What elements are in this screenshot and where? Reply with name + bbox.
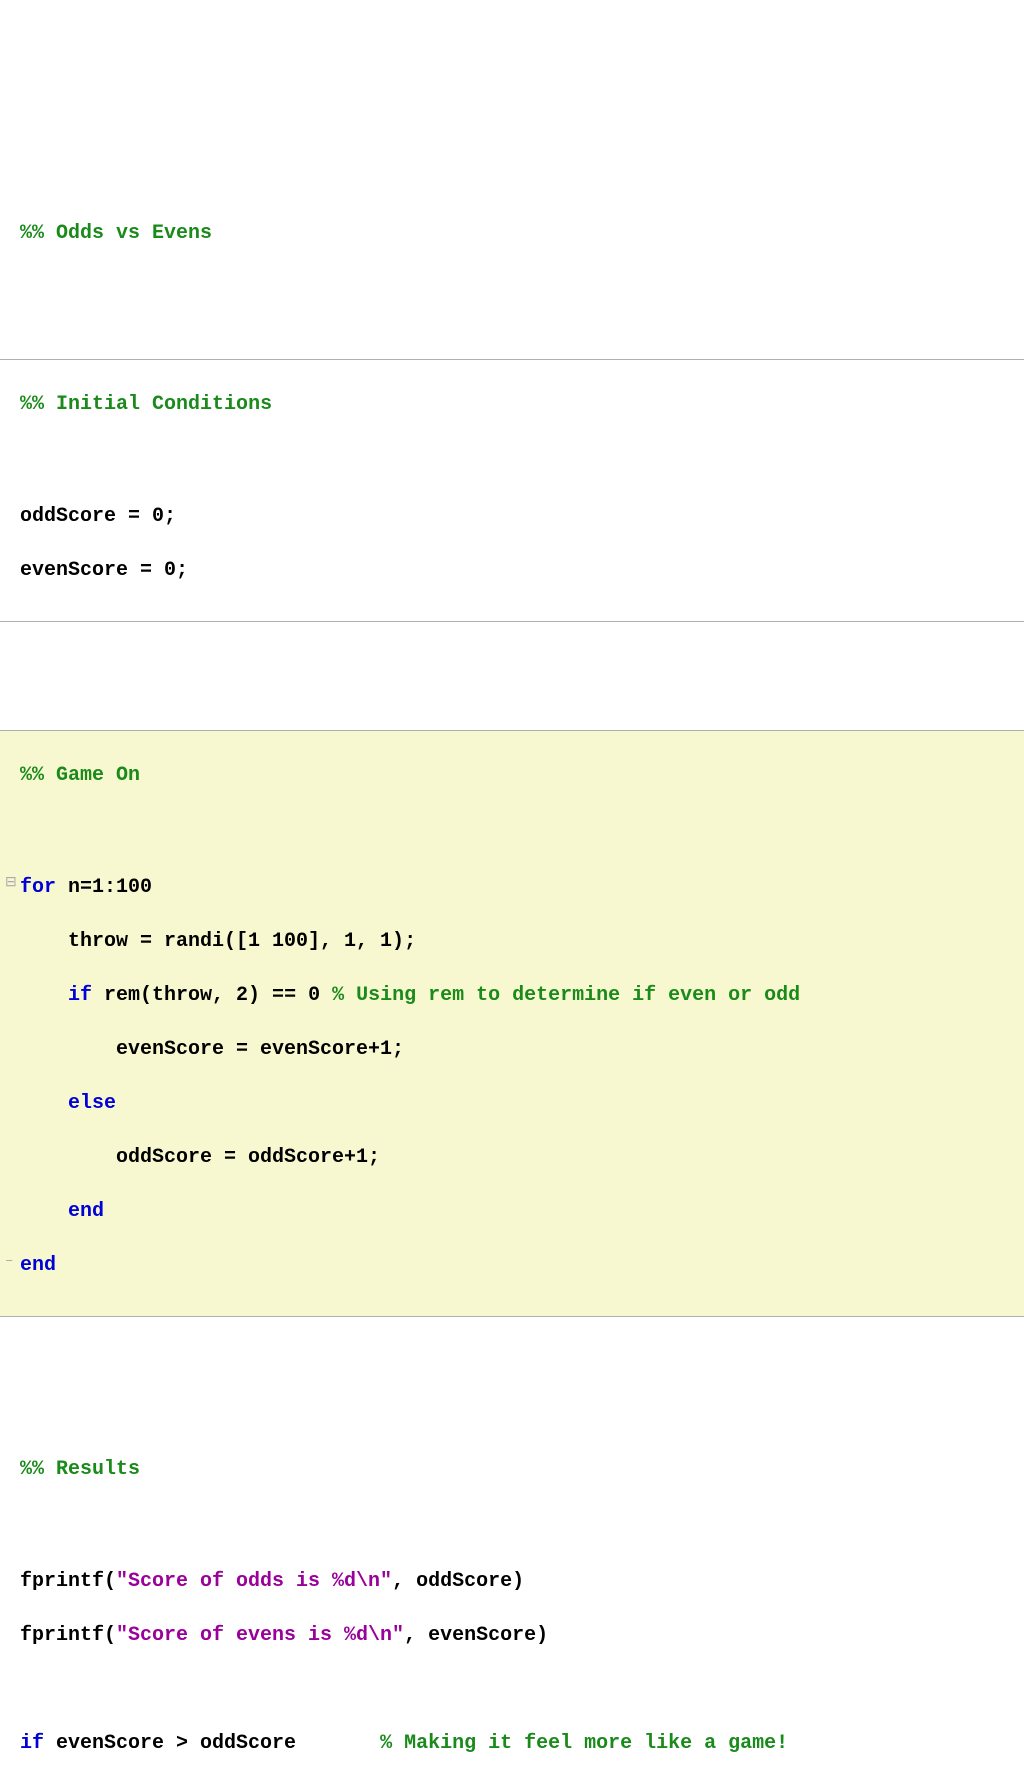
section-title-text: Odds vs Evens: [56, 222, 212, 245]
code-line[interactable]: if rem(throw, 2) == 0 % Using rem to det…: [20, 982, 1024, 1009]
comment: % Making it feel more like a game!: [380, 1732, 788, 1755]
code-line[interactable]: [20, 1514, 1024, 1541]
code-line[interactable]: if evenScore > oddScore % Making it feel…: [20, 1730, 1024, 1757]
section-title-text: [44, 222, 56, 245]
section-header: %% Game On: [20, 758, 1024, 793]
section-game-on-active: %% Game On ⊟for n=1:100 throw = randi([1…: [0, 730, 1024, 1317]
keyword-else: else: [68, 1092, 116, 1115]
section-title: %% Odds vs Evens: [0, 216, 1024, 251]
code-line[interactable]: else: [20, 1090, 1024, 1117]
code-line[interactable]: evenScore = 0;: [20, 557, 1024, 594]
code-line[interactable]: –end: [20, 1252, 1024, 1289]
code-line[interactable]: fprintf("Score of odds is %d\n", oddScor…: [20, 1568, 1024, 1595]
code-line[interactable]: evenScore = evenScore+1;: [20, 1036, 1024, 1063]
code-line[interactable]: oddScore = oddScore+1;: [20, 1144, 1024, 1171]
code-line[interactable]: end: [20, 1198, 1024, 1225]
code-line[interactable]: ⊟for n=1:100: [20, 874, 1024, 901]
keyword-end: end: [20, 1254, 56, 1277]
section-header: %% Results: [20, 1452, 1024, 1487]
section-header: %% Initial Conditions: [20, 387, 1024, 422]
section-marker: %%: [20, 222, 44, 245]
code-editor[interactable]: %% Odds vs Evens %% Initial Conditions o…: [0, 108, 1024, 1782]
string-literal: "Score of evens is %d\n": [116, 1624, 404, 1647]
code-line[interactable]: oddScore = 0;: [20, 503, 1024, 530]
section-results: %% Results fprintf("Score of odds is %d\…: [0, 1425, 1024, 1782]
code-line[interactable]: [20, 449, 1024, 476]
keyword-end: end: [68, 1200, 104, 1223]
code-line[interactable]: [20, 1676, 1024, 1703]
section-initial-conditions: %% Initial Conditions oddScore = 0; even…: [0, 359, 1024, 622]
fold-close-icon[interactable]: –: [5, 1252, 13, 1271]
fold-open-icon[interactable]: ⊟: [5, 874, 17, 893]
code-line[interactable]: [20, 820, 1024, 847]
code-line[interactable]: throw = randi([1 100], 1, 1);: [20, 928, 1024, 955]
string-literal: "Score of odds is %d\n": [116, 1570, 392, 1593]
keyword-for: for: [20, 876, 56, 899]
comment: % Using rem to determine if even or odd: [332, 984, 800, 1007]
keyword-if: if: [20, 1732, 44, 1755]
keyword-if: if: [68, 984, 92, 1007]
code-line[interactable]: fprintf("Score of evens is %d\n", evenSc…: [20, 1622, 1024, 1649]
